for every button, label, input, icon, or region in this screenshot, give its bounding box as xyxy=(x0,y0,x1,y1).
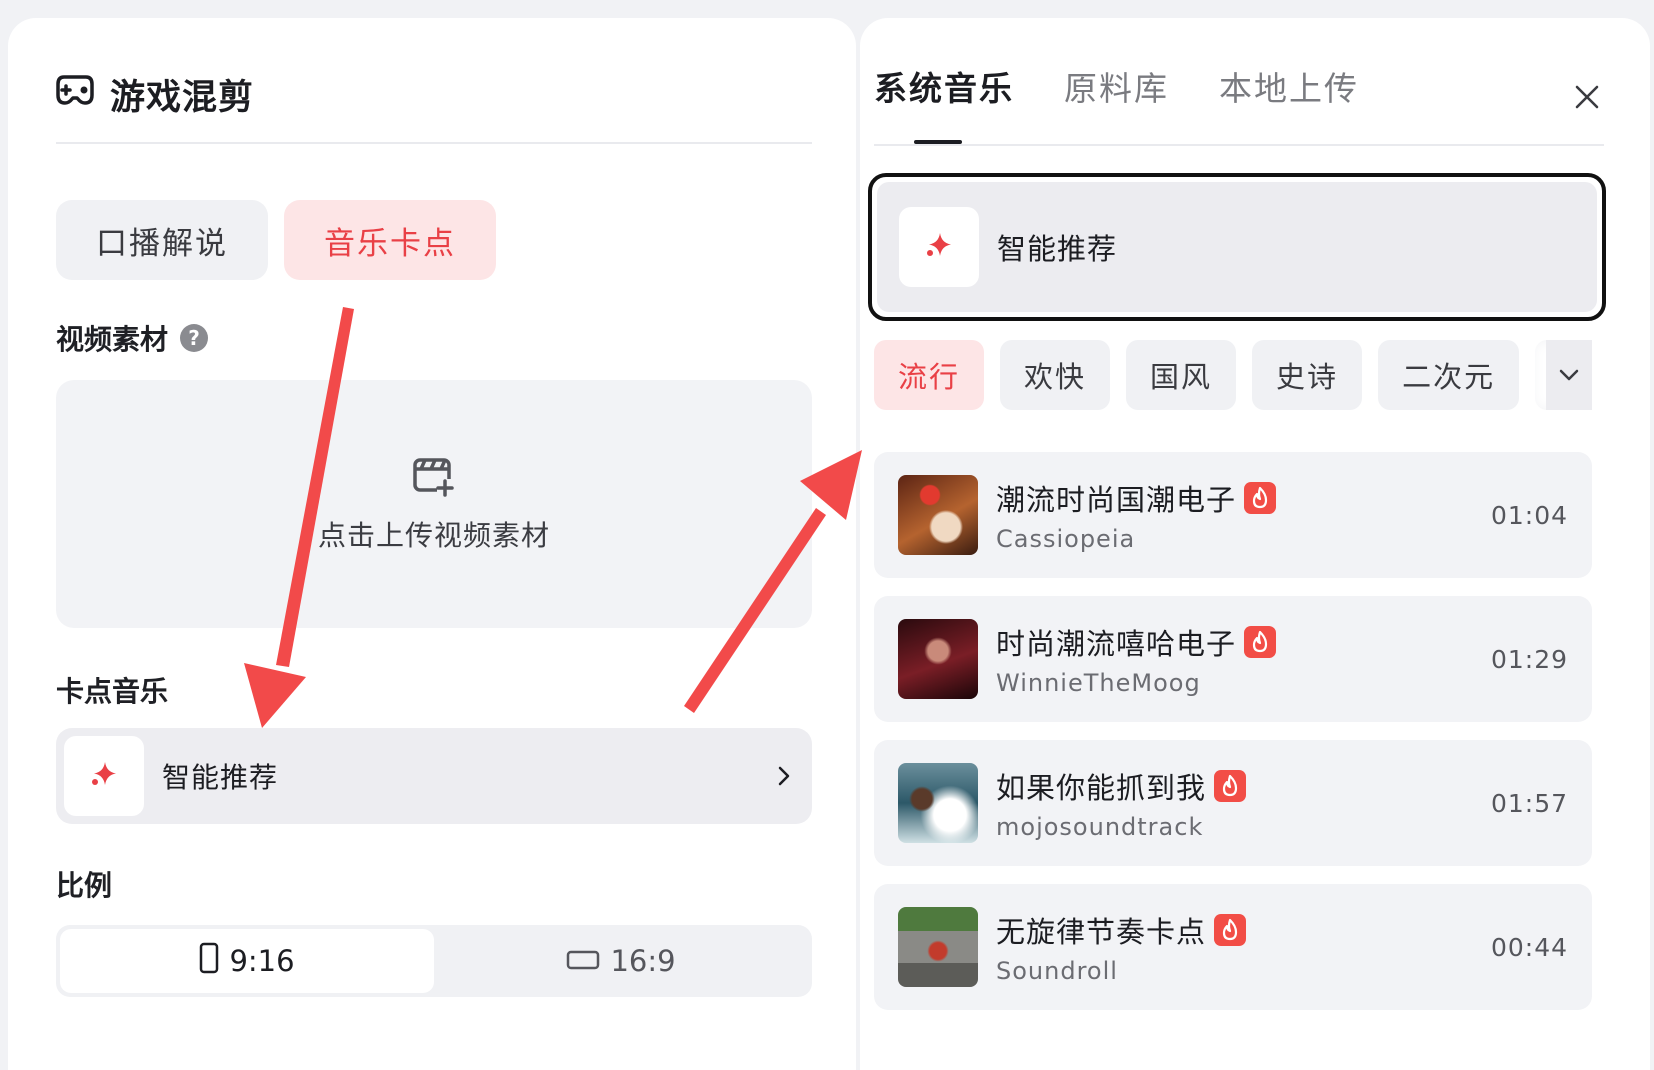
category-chip[interactable]: 欢快 xyxy=(1000,340,1111,410)
close-icon[interactable] xyxy=(1570,80,1604,114)
track-title-line: 无旋律节奏卡点 xyxy=(996,909,1491,951)
album-cover xyxy=(898,475,978,555)
fire-icon xyxy=(1214,914,1247,946)
track-artist: WinnieTheMoog xyxy=(996,669,1201,697)
smart-recommend-card[interactable]: 智能推荐 xyxy=(868,173,1606,321)
track-info: 无旋律节奏卡点 Soundroll xyxy=(996,909,1491,985)
ratio-section-label: 比例 xyxy=(56,869,113,902)
category-chip[interactable]: 国风 xyxy=(1126,340,1237,410)
video-add-icon xyxy=(411,455,457,506)
tab-material-library[interactable]: 原料库 xyxy=(1064,62,1169,110)
gamepad-icon xyxy=(56,73,94,116)
music-selected-label: 智能推荐 xyxy=(162,761,279,794)
track-row[interactable]: 潮流时尚国潮电子 Cassiopeia 01:04 xyxy=(874,452,1592,578)
track-info: 如果你能抓到我 mojosoundtrack xyxy=(996,765,1491,841)
panel-header: 游戏混剪 xyxy=(56,64,254,124)
music-picker-panel: 系统音乐 原料库 本地上传 智能推荐 流行 欢快 国风 史诗 二次元 潮流时尚国… xyxy=(860,18,1650,1070)
album-cover xyxy=(898,763,978,843)
chevron-right-icon xyxy=(764,756,804,796)
video-upload-area[interactable]: 点击上传视频素材 xyxy=(56,380,812,628)
landscape-icon xyxy=(566,944,600,978)
portrait-icon xyxy=(199,942,219,981)
left-panel: 游戏混剪 口播解说 音乐卡点 视频素材 ? 点击上传视频素材 卡点音乐 智能推荐… xyxy=(8,18,856,1070)
sparkle-icon-box xyxy=(64,736,144,816)
header-divider xyxy=(56,142,812,144)
track-duration: 01:04 xyxy=(1490,500,1568,530)
video-section-header: 视频素材 ? xyxy=(56,318,209,358)
track-duration: 01:29 xyxy=(1490,644,1568,674)
ratio-16-9-option[interactable]: 16:9 xyxy=(434,929,808,993)
ratio-9-16-option[interactable]: 9:16 xyxy=(60,929,434,993)
track-title: 时尚潮流嘻哈电子 xyxy=(996,627,1237,661)
track-info: 潮流时尚国潮电子 Cassiopeia xyxy=(996,477,1491,553)
tab-system-music[interactable]: 系统音乐 xyxy=(874,62,1014,110)
track-artist: mojosoundtrack xyxy=(996,813,1204,841)
chevron-down-icon[interactable] xyxy=(1546,340,1592,410)
track-artist: Soundroll xyxy=(996,957,1118,985)
help-icon[interactable]: ? xyxy=(180,324,209,352)
music-section-label: 卡点音乐 xyxy=(56,675,169,708)
mode-music-beat-button[interactable]: 音乐卡点 xyxy=(284,200,496,280)
track-title: 如果你能抓到我 xyxy=(996,771,1207,805)
track-info: 时尚潮流嘻哈电子 WinnieTheMoog xyxy=(996,621,1491,697)
fire-icon xyxy=(1244,482,1277,514)
track-title-line: 时尚潮流嘻哈电子 xyxy=(996,621,1491,663)
tabs-divider xyxy=(874,144,1604,146)
upload-text: 点击上传视频素材 xyxy=(317,518,550,552)
category-chip[interactable]: 流行 xyxy=(874,340,985,410)
track-row[interactable]: 时尚潮流嘻哈电子 WinnieTheMoog 01:29 xyxy=(874,596,1592,722)
video-section-label: 视频素材 xyxy=(56,323,169,356)
track-duration: 01:57 xyxy=(1490,788,1568,818)
category-chips: 流行 欢快 国风 史诗 二次元 xyxy=(874,340,1590,410)
sparkle-icon xyxy=(924,230,954,264)
ratio-selector: 9:16 16:9 xyxy=(56,925,812,997)
category-chip[interactable]: 史诗 xyxy=(1252,340,1363,410)
music-select-row[interactable]: 智能推荐 xyxy=(56,728,812,824)
track-title: 潮流时尚国潮电子 xyxy=(996,483,1237,517)
fire-icon xyxy=(1244,626,1277,658)
ratio-16-9-label: 16:9 xyxy=(610,944,676,978)
sparkle-icon xyxy=(89,759,119,793)
category-chip[interactable]: 二次元 xyxy=(1378,340,1520,410)
track-artist: Cassiopeia xyxy=(996,525,1136,553)
album-cover xyxy=(898,907,978,987)
smart-recommend-inner: 智能推荐 xyxy=(877,182,1597,312)
page-title: 游戏混剪 xyxy=(110,77,255,118)
smart-recommend-label: 智能推荐 xyxy=(997,232,1118,266)
track-row[interactable]: 如果你能抓到我 mojosoundtrack 01:57 xyxy=(874,740,1592,866)
sparkle-icon-box xyxy=(899,207,979,287)
track-title-line: 如果你能抓到我 xyxy=(996,765,1491,807)
track-row[interactable]: 无旋律节奏卡点 Soundroll 00:44 xyxy=(874,884,1592,1010)
tab-local-upload[interactable]: 本地上传 xyxy=(1219,62,1359,110)
album-cover xyxy=(898,619,978,699)
music-source-tabs: 系统音乐 原料库 本地上传 xyxy=(874,62,1359,110)
track-duration: 00:44 xyxy=(1490,932,1568,962)
mode-voiceover-button[interactable]: 口播解说 xyxy=(56,200,268,280)
ratio-9-16-label: 9:16 xyxy=(229,944,295,978)
track-title-line: 潮流时尚国潮电子 xyxy=(996,477,1491,519)
track-title: 无旋律节奏卡点 xyxy=(996,915,1207,949)
fire-icon xyxy=(1214,770,1247,802)
